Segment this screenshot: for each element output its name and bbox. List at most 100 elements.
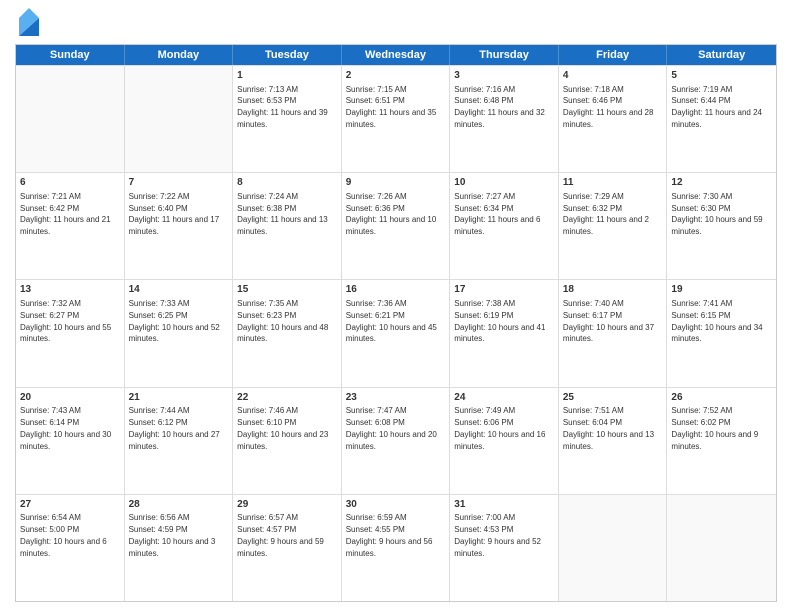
day-number: 23 (346, 391, 446, 405)
day-info: Sunrise: 7:41 AM Sunset: 6:15 PM Dayligh… (671, 299, 762, 343)
calendar-cell: 11 Sunrise: 7:29 AM Sunset: 6:32 PM Dayli… (559, 173, 668, 279)
calendar-cell (16, 66, 125, 172)
day-info: Sunrise: 6:59 AM Sunset: 4:55 PM Dayligh… (346, 513, 433, 557)
calendar-cell: 8Sunrise: 7:24 AM Sunset: 6:38 PM Daylig… (233, 173, 342, 279)
day-info: Sunrise: 7:26 AM Sunset: 6:36 PM Dayligh… (346, 192, 437, 236)
day-number: 13 (20, 283, 120, 297)
day-number: 4 (563, 69, 663, 83)
day-number: 14 (129, 283, 229, 297)
day-number: 20 (20, 391, 120, 405)
day-number: 17 (454, 283, 554, 297)
calendar-cell: 17Sunrise: 7:38 AM Sunset: 6:19 PM Dayli… (450, 280, 559, 386)
day-info: Sunrise: 7:30 AM Sunset: 6:30 PM Dayligh… (671, 192, 762, 236)
day-number: 3 (454, 69, 554, 83)
day-info: Sunrise: 6:56 AM Sunset: 4:59 PM Dayligh… (129, 513, 216, 557)
day-number: 25 (563, 391, 663, 405)
calendar-cell (667, 495, 776, 601)
calendar-row-2: 6Sunrise: 7:21 AM Sunset: 6:42 PM Daylig… (16, 172, 776, 279)
calendar-cell: 12 Sunrise: 7:30 AM Sunset: 6:30 PM Dayli… (667, 173, 776, 279)
page: SundayMondayTuesdayWednesdayThursdayFrid… (0, 0, 792, 612)
day-info: Sunrise: 7:35 AM Sunset: 6:23 PM Dayligh… (237, 299, 328, 343)
calendar-cell: 27Sunrise: 6:54 AM Sunset: 5:00 PM Dayli… (16, 495, 125, 601)
day-info: Sunrise: 7:33 AM Sunset: 6:25 PM Dayligh… (129, 299, 220, 343)
day-info: Sunrise: 6:54 AM Sunset: 5:00 PM Dayligh… (20, 513, 107, 557)
day-info: Sunrise: 7:43 AM Sunset: 6:14 PM Dayligh… (20, 406, 111, 450)
calendar-cell: 16Sunrise: 7:36 AM Sunset: 6:21 PM Dayli… (342, 280, 451, 386)
day-number: 5 (671, 69, 772, 83)
calendar-cell: 1 Sunrise: 7:13 AM Sunset: 6:53 PM Daylig… (233, 66, 342, 172)
day-number: 8 (237, 176, 337, 190)
day-number: 21 (129, 391, 229, 405)
day-number: 11 (563, 176, 663, 190)
day-info: Sunrise: 7:29 AM Sunset: 6:32 PM Dayligh… (563, 192, 649, 236)
calendar-cell: 25Sunrise: 7:51 AM Sunset: 6:04 PM Dayli… (559, 388, 668, 494)
day-info: Sunrise: 6:57 AM Sunset: 4:57 PM Dayligh… (237, 513, 324, 557)
day-info: Sunrise: 7:32 AM Sunset: 6:27 PM Dayligh… (20, 299, 111, 343)
day-info: Sunrise: 7:49 AM Sunset: 6:06 PM Dayligh… (454, 406, 545, 450)
day-number: 7 (129, 176, 229, 190)
header-day-monday: Monday (125, 45, 234, 65)
calendar: SundayMondayTuesdayWednesdayThursdayFrid… (15, 44, 777, 602)
calendar-cell: 18 Sunrise: 7:40 AM Sunset: 6:17 PM Dayli… (559, 280, 668, 386)
day-info: Sunrise: 7:15 AM Sunset: 6:51 PM Dayligh… (346, 85, 437, 129)
day-number: 2 (346, 69, 446, 83)
day-number: 29 (237, 498, 337, 512)
calendar-body: 1 Sunrise: 7:13 AM Sunset: 6:53 PM Daylig… (16, 65, 776, 601)
calendar-cell: 9 Sunrise: 7:26 AM Sunset: 6:36 PM Daylig… (342, 173, 451, 279)
logo (15, 10, 39, 36)
day-number: 24 (454, 391, 554, 405)
calendar-cell: 24Sunrise: 7:49 AM Sunset: 6:06 PM Dayli… (450, 388, 559, 494)
calendar-cell: 30Sunrise: 6:59 AM Sunset: 4:55 PM Dayli… (342, 495, 451, 601)
day-number: 6 (20, 176, 120, 190)
day-number: 26 (671, 391, 772, 405)
calendar-cell: 4 Sunrise: 7:18 AM Sunset: 6:46 PM Daylig… (559, 66, 668, 172)
day-number: 12 (671, 176, 772, 190)
calendar-cell: 13 Sunrise: 7:32 AM Sunset: 6:27 PM Dayli… (16, 280, 125, 386)
day-number: 28 (129, 498, 229, 512)
calendar-cell: 28Sunrise: 6:56 AM Sunset: 4:59 PM Dayli… (125, 495, 234, 601)
day-number: 10 (454, 176, 554, 190)
calendar-cell: 26Sunrise: 7:52 AM Sunset: 6:02 PM Dayli… (667, 388, 776, 494)
calendar-cell: 21Sunrise: 7:44 AM Sunset: 6:12 PM Dayli… (125, 388, 234, 494)
calendar-cell: 20Sunrise: 7:43 AM Sunset: 6:14 PM Dayli… (16, 388, 125, 494)
calendar-cell: 5Sunrise: 7:19 AM Sunset: 6:44 PM Daylig… (667, 66, 776, 172)
day-info: Sunrise: 7:46 AM Sunset: 6:10 PM Dayligh… (237, 406, 328, 450)
calendar-cell: 2 Sunrise: 7:15 AM Sunset: 6:51 PM Daylig… (342, 66, 451, 172)
header-day-saturday: Saturday (667, 45, 776, 65)
calendar-cell: 15 Sunrise: 7:35 AM Sunset: 6:23 PM Dayli… (233, 280, 342, 386)
day-info: Sunrise: 7:47 AM Sunset: 6:08 PM Dayligh… (346, 406, 437, 450)
day-info: Sunrise: 7:51 AM Sunset: 6:04 PM Dayligh… (563, 406, 654, 450)
header (15, 10, 777, 36)
day-number: 22 (237, 391, 337, 405)
header-day-friday: Friday (559, 45, 668, 65)
day-info: Sunrise: 7:44 AM Sunset: 6:12 PM Dayligh… (129, 406, 220, 450)
header-day-wednesday: Wednesday (342, 45, 451, 65)
calendar-row-3: 13 Sunrise: 7:32 AM Sunset: 6:27 PM Dayli… (16, 279, 776, 386)
day-number: 9 (346, 176, 446, 190)
calendar-cell (125, 66, 234, 172)
calendar-row-5: 27Sunrise: 6:54 AM Sunset: 5:00 PM Dayli… (16, 494, 776, 601)
day-info: Sunrise: 7:13 AM Sunset: 6:53 PM Dayligh… (237, 85, 328, 129)
day-info: Sunrise: 7:36 AM Sunset: 6:21 PM Dayligh… (346, 299, 437, 343)
day-number: 31 (454, 498, 554, 512)
calendar-cell: 6Sunrise: 7:21 AM Sunset: 6:42 PM Daylig… (16, 173, 125, 279)
day-number: 30 (346, 498, 446, 512)
calendar-cell (559, 495, 668, 601)
calendar-cell: 23Sunrise: 7:47 AM Sunset: 6:08 PM Dayli… (342, 388, 451, 494)
calendar-cell: 3 Sunrise: 7:16 AM Sunset: 6:48 PM Daylig… (450, 66, 559, 172)
calendar-cell: 22Sunrise: 7:46 AM Sunset: 6:10 PM Dayli… (233, 388, 342, 494)
day-info: Sunrise: 7:18 AM Sunset: 6:46 PM Dayligh… (563, 85, 654, 129)
day-info: Sunrise: 7:40 AM Sunset: 6:17 PM Dayligh… (563, 299, 654, 343)
day-number: 15 (237, 283, 337, 297)
day-info: Sunrise: 7:00 AM Sunset: 4:53 PM Dayligh… (454, 513, 541, 557)
day-number: 18 (563, 283, 663, 297)
calendar-header: SundayMondayTuesdayWednesdayThursdayFrid… (16, 45, 776, 65)
calendar-cell: 31Sunrise: 7:00 AM Sunset: 4:53 PM Dayli… (450, 495, 559, 601)
day-info: Sunrise: 7:16 AM Sunset: 6:48 PM Dayligh… (454, 85, 545, 129)
day-info: Sunrise: 7:22 AM Sunset: 6:40 PM Dayligh… (129, 192, 220, 236)
calendar-cell: 10Sunrise: 7:27 AM Sunset: 6:34 PM Dayli… (450, 173, 559, 279)
day-number: 1 (237, 69, 337, 83)
header-day-thursday: Thursday (450, 45, 559, 65)
logo-icon (19, 8, 39, 36)
calendar-cell: 14 Sunrise: 7:33 AM Sunset: 6:25 PM Dayli… (125, 280, 234, 386)
